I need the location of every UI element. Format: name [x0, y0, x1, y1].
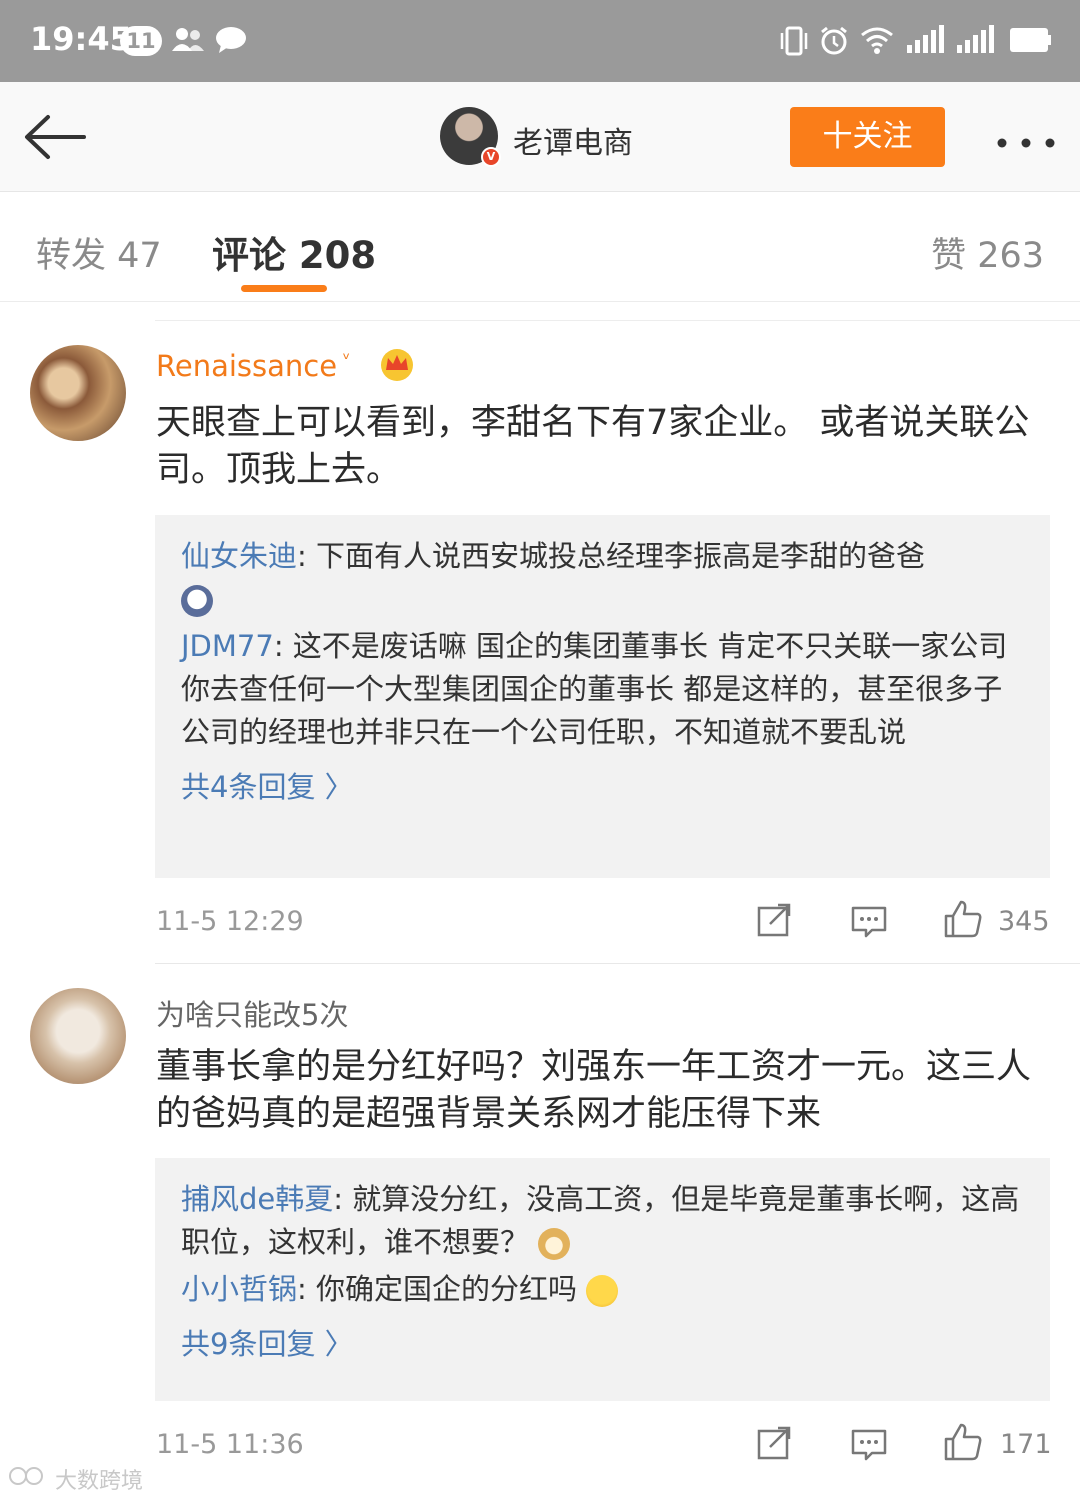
reply-username[interactable]: 捕风de韩夏 [181, 1182, 333, 1216]
thinking-emoji-icon [586, 1275, 619, 1307]
reply-username[interactable]: 仙女朱迪 [181, 539, 297, 573]
panda-emoji-icon [181, 585, 213, 617]
signal-1-icon [905, 25, 945, 59]
contacts-icon [170, 25, 206, 59]
nav-header: V 老谭电商 十关注 [0, 82, 1080, 192]
tab-likes[interactable]: 赞 263 [931, 227, 1044, 278]
view-all-replies-link[interactable]: 共4条回复 〉 [181, 764, 1024, 806]
comment-reply-icon[interactable] [850, 904, 888, 944]
reply-text: : 这不是废话嘛 国企的集团董事长 肯定不只关联一家公司 你去查任何一个大型集团… [181, 629, 1008, 749]
back-arrow-icon[interactable] [22, 112, 86, 166]
divider [155, 963, 1080, 964]
divider [155, 320, 1080, 321]
reply-item: 小小哲锅: 你确定国企的分红吗 [181, 1268, 1024, 1311]
watermark-logo-icon [8, 1467, 55, 1494]
like-thumb-icon[interactable] [942, 898, 984, 944]
wifi-icon [860, 25, 894, 59]
reply-username[interactable]: JDM77 [181, 629, 274, 663]
avatar[interactable] [30, 345, 126, 441]
comment-reply-icon[interactable] [850, 1427, 888, 1467]
verified-badge-icon: V [481, 147, 501, 167]
like-count: 171 [1000, 1429, 1052, 1460]
reply-item: 仙女朱迪: 下面有人说西安城投总经理李振高是李甜的爸爸 [181, 535, 1024, 621]
status-bar: 19:45 11 [0, 0, 1080, 82]
reply-box: 捕风de韩夏: 就算没分红，没高工资，但是毕竟是董事长啊，这高职位，这权利，谁不… [155, 1158, 1050, 1401]
doge-emoji-icon [538, 1228, 571, 1260]
comment-time: 11-5 12:29 [156, 906, 304, 937]
tab-comments[interactable]: 评论 208 [212, 225, 376, 279]
account-name[interactable]: 老谭电商 [513, 118, 633, 162]
reply-box: 仙女朱迪: 下面有人说西安城投总经理李振高是李甜的爸爸 JDM77: 这不是废话… [155, 515, 1050, 878]
comment-username[interactable]: Renaissance ᵛ [156, 349, 350, 383]
reply-text: : 你确定国企的分红吗 [297, 1272, 578, 1306]
notification-count-badge: 11 [120, 26, 162, 56]
like-thumb-icon[interactable] [942, 1421, 984, 1467]
reply-username[interactable]: 小小哲锅 [181, 1272, 297, 1306]
tab-bar: 转发 47 评论 208 赞 263 [0, 192, 1080, 302]
watermark: 大数跨境 [8, 1463, 143, 1495]
active-tab-indicator [241, 285, 327, 292]
follow-button[interactable]: 十关注 [790, 107, 945, 167]
crown-badge-icon [378, 346, 416, 386]
comment-text: 天眼查上可以看到，李甜名下有7家企业。 或者说关联公司。顶我上去。 [156, 403, 1030, 490]
battery-icon [1008, 25, 1052, 59]
comment-text: 董事长拿的是分红好吗？刘强东一年工资才一元。这三人的爸妈真的是超强背景关系网才能… [156, 1047, 1032, 1134]
comment-username[interactable]: 为啥只能改5次 [156, 992, 348, 1034]
avatar[interactable] [30, 988, 126, 1084]
more-options-icon[interactable] [996, 134, 1056, 153]
status-time: 19:45 [30, 20, 132, 58]
reply-item: JDM77: 这不是废话嘛 国企的集团董事长 肯定不只关联一家公司 你去查任何一… [181, 625, 1024, 754]
like-count: 345 [998, 906, 1050, 937]
message-icon [214, 25, 248, 59]
reply-item: 捕风de韩夏: 就算没分红，没高工资，但是毕竟是董事长啊，这高职位，这权利，谁不… [181, 1178, 1024, 1264]
alarm-icon [818, 25, 850, 61]
tab-reposts[interactable]: 转发 47 [36, 227, 162, 278]
watermark-text: 大数跨境 [55, 1469, 144, 1494]
repost-icon[interactable] [756, 1425, 794, 1465]
reply-text: : 下面有人说西安城投总经理李振高是李甜的爸爸 [297, 539, 926, 573]
view-all-replies-link[interactable]: 共9条回复 〉 [181, 1321, 1024, 1363]
vibrate-icon [778, 25, 810, 61]
signal-2-icon [955, 25, 995, 59]
repost-icon[interactable] [756, 902, 794, 942]
comment-time: 11-5 11:36 [156, 1429, 304, 1460]
